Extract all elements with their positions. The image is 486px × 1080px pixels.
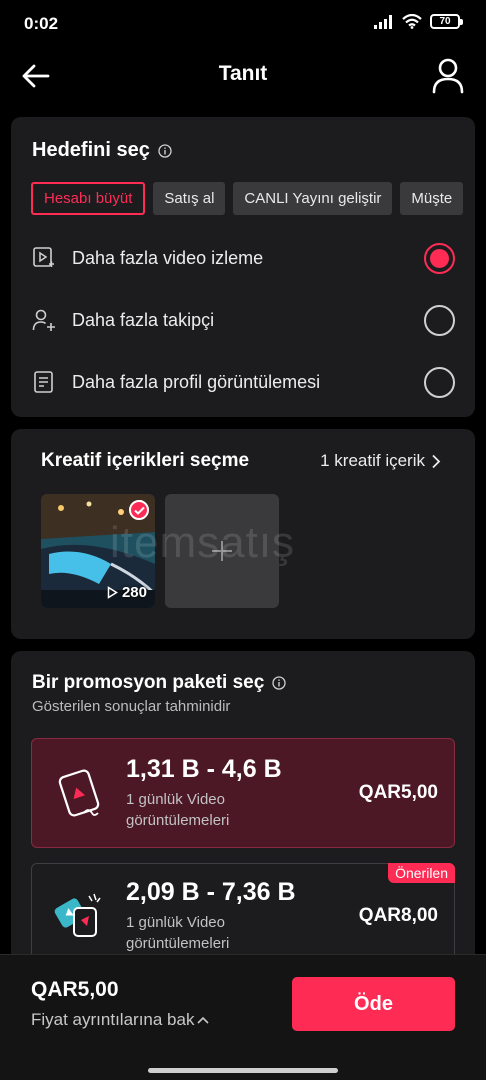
top-nav: Tanıt <box>0 48 486 104</box>
battery-icon: 70 <box>430 14 463 29</box>
info-icon[interactable] <box>158 143 172 158</box>
play-outline-icon <box>107 586 118 599</box>
package-description: 1 günlük Video görüntülemeleri <box>126 791 230 829</box>
package-title: Bir promosyon paketi seç <box>32 672 265 693</box>
thumbnail-views: 280 <box>107 584 147 601</box>
check-icon <box>129 500 149 520</box>
status-icons: 70 <box>374 14 463 29</box>
signal-icon <box>374 14 392 29</box>
video-cards-icon <box>54 893 101 937</box>
package-section-title: Bir promosyon paketi seç <box>32 672 286 694</box>
price-details-link[interactable]: Fiyat ayrıntılarına bak <box>31 1010 210 1030</box>
person-icon[interactable] <box>430 56 466 94</box>
package-description: 1 günlük Video görüntülemeleri <box>126 914 230 952</box>
goal-section-title: Hedefini seç <box>32 139 172 162</box>
home-indicator <box>148 1068 338 1073</box>
page-title: Tanıt <box>218 62 268 85</box>
chevron-up-icon <box>197 1016 210 1024</box>
profile-document-icon <box>34 371 53 393</box>
package-subtitle: Gösterilen sonuçlar tahminidir <box>32 698 231 715</box>
creative-count-label: 1 kreatif içerik <box>320 451 425 470</box>
radio-unselected[interactable] <box>424 366 455 398</box>
add-user-icon <box>32 309 55 331</box>
goal-option-label: Daha fazla profil görüntülemesi <box>72 371 321 392</box>
package-price: QAR8,00 <box>358 905 438 926</box>
goal-card: Hedefini seç Hesabı büyüt Satış al CANLI… <box>11 117 475 417</box>
package-option-selected[interactable]: 1,31 B - 4,6 B 1 günlük Video görüntülem… <box>31 738 455 848</box>
goal-title: Hedefini seç <box>32 139 150 161</box>
bottom-bar: QAR5,00 Fiyat ayrıntılarına bak Öde <box>0 954 486 1080</box>
add-creative-button[interactable] <box>165 494 279 608</box>
goal-option-label: Daha fazla takipçi <box>72 309 215 330</box>
chip-grow-account[interactable]: Hesabı büyüt <box>31 182 146 215</box>
radio-selected[interactable] <box>424 242 455 274</box>
package-card: Bir promosyon paketi seç Gösterilen sonu… <box>11 651 475 981</box>
status-time: 0:02 <box>24 14 59 33</box>
views-count: 280 <box>121 584 147 601</box>
radio-unselected[interactable] <box>424 304 455 336</box>
package-price: QAR5,00 <box>358 782 438 803</box>
chip-boost-live[interactable]: CANLI Yayını geliştir <box>233 182 393 215</box>
goal-option-profile-views[interactable]: Daha fazla profil görüntülemesi <box>11 357 475 407</box>
plus-icon <box>212 541 232 561</box>
creative-thumbnail[interactable]: 280 <box>41 494 155 608</box>
package-range: 1,31 B - 4,6 B <box>126 755 282 783</box>
creative-title: Kreatif içerikleri seçme <box>41 450 250 471</box>
pay-button[interactable]: Öde <box>292 977 455 1031</box>
info-icon[interactable] <box>272 676 286 690</box>
creative-count-link[interactable]: 1 kreatif içerik <box>320 451 441 471</box>
goal-option-label: Daha fazla video izleme <box>72 247 264 268</box>
video-card-icon <box>58 769 100 817</box>
goal-chips: Hesabı büyüt Satış al CANLI Yayını geliş… <box>31 182 475 216</box>
recommended-badge: Önerilen <box>388 863 455 883</box>
price-details-label: Fiyat ayrıntılarına bak <box>31 1010 195 1029</box>
wifi-icon <box>402 14 422 29</box>
chevron-right-icon <box>432 454 441 468</box>
video-play-icon <box>33 247 54 267</box>
total-price: QAR5,00 <box>31 978 119 1001</box>
goal-option-video-views[interactable]: Daha fazla video izleme <box>11 233 475 283</box>
creative-card: Kreatif içerikleri seçme 1 kreatif içeri… <box>11 429 475 639</box>
chip-customers[interactable]: Müşte <box>400 182 464 215</box>
status-bar: 0:02 70 <box>0 0 486 48</box>
goal-option-followers[interactable]: Daha fazla takipçi <box>11 295 475 345</box>
package-range: 2,09 B - 7,36 B <box>126 878 296 906</box>
battery-level: 70 <box>439 16 451 27</box>
chip-get-sales[interactable]: Satış al <box>153 182 226 215</box>
